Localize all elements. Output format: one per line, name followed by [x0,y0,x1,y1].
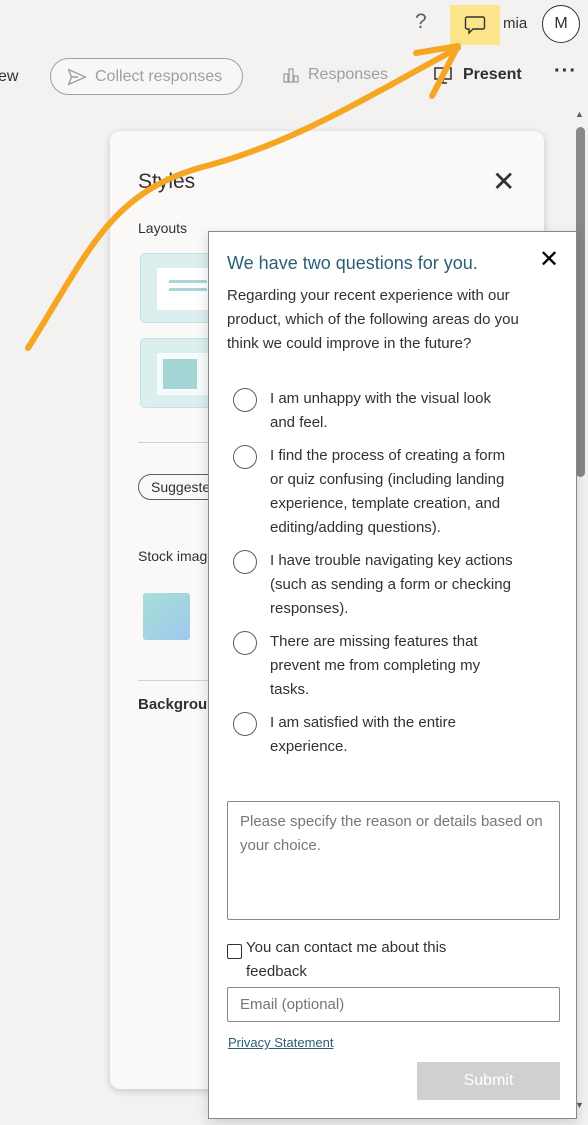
collect-responses-label: Collect responses [95,67,223,85]
radio-button[interactable] [233,550,257,574]
avatar[interactable]: M [542,5,580,43]
toolbar: ew Collect responses Responses Present ·… [0,56,588,100]
styles-close-icon[interactable]: ✕ [492,165,515,198]
layouts-label: Layouts [138,220,188,236]
radio-button[interactable] [233,445,257,469]
collect-responses-button[interactable]: Collect responses [50,58,243,95]
layout-image-block [163,359,197,389]
layout-line [169,280,207,283]
radio-button[interactable] [233,388,257,412]
option-label: I am satisfied with the entire experienc… [270,714,456,755]
styles-title: Styles [138,170,196,193]
responses-button[interactable]: Responses [282,66,388,84]
scroll-thumb[interactable] [576,127,585,477]
send-icon [67,68,87,85]
present-button[interactable]: Present [433,66,522,84]
chat-bubble-icon [464,16,486,35]
present-icon [434,67,452,84]
option-list: I am unhappy with the visual look and fe… [233,387,563,768]
close-icon[interactable]: ✕ [539,248,559,272]
option-navigation[interactable]: I have trouble navigating key actions (s… [233,549,563,621]
more-options-button[interactable]: ··· [554,60,577,83]
option-label: I find the process of creating a form or… [270,447,506,536]
radio-button[interactable] [233,631,257,655]
details-textarea[interactable] [227,801,560,920]
divider [138,442,218,443]
help-icon[interactable]: ? [415,10,427,34]
privacy-statement-link[interactable]: Privacy Statement [228,1035,334,1050]
contact-label: You can contact me about this feedback [246,939,447,980]
stock-image-thumbnail[interactable] [143,593,190,640]
option-label: There are missing features that prevent … [270,633,481,698]
scroll-up-icon[interactable]: ▲ [575,109,584,119]
option-label: I have trouble navigating key actions (s… [270,552,513,617]
bar-chart-icon [283,68,299,83]
responses-label: Responses [308,66,389,83]
radio-button[interactable] [233,712,257,736]
user-name: mia [503,15,528,32]
option-satisfied[interactable]: I am satisfied with the entire experienc… [233,711,563,759]
option-confusing[interactable]: I find the process of creating a form or… [233,444,563,540]
feedback-dialog: We have two questions for you. ✕ Regardi… [208,231,577,1119]
feedback-button[interactable] [450,5,500,45]
view-button[interactable]: ew [0,68,18,86]
contact-checkbox[interactable] [227,944,242,959]
divider [138,680,218,681]
dialog-title: We have two questions for you. [227,253,478,273]
option-missing-features[interactable]: There are missing features that prevent … [233,630,563,702]
dialog-question: Regarding your recent experience with ou… [227,287,519,352]
present-label: Present [463,66,522,83]
top-bar: ? mia M [0,0,588,50]
submit-button[interactable]: Submit [417,1062,560,1100]
layout-line [169,288,207,291]
email-field[interactable] [227,987,560,1022]
contact-consent-row[interactable]: You can contact me about this feedback [227,936,557,984]
option-label: I am unhappy with the visual look and fe… [270,390,491,431]
page: ? mia M ew Collect responses Responses P… [0,0,588,1125]
option-visual[interactable]: I am unhappy with the visual look and fe… [233,387,563,435]
